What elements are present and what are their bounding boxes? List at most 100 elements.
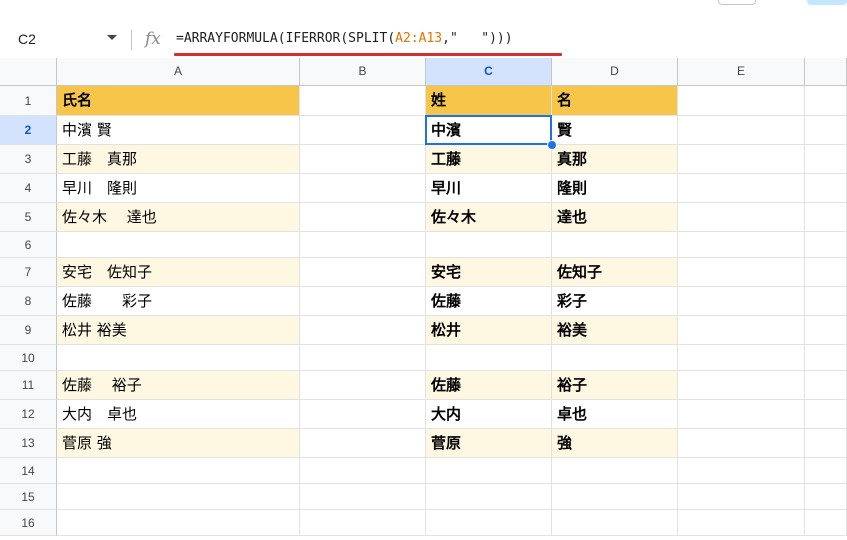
name-box[interactable]: C2 — [0, 22, 126, 58]
cell-c13[interactable]: 菅原 — [426, 429, 552, 458]
row-header[interactable]: 3 — [0, 145, 57, 174]
cell-c16[interactable] — [426, 510, 552, 536]
cell-overflow[interactable] — [805, 345, 847, 371]
row-header[interactable]: 16 — [0, 510, 57, 536]
cell-a11[interactable]: 佐藤 裕子 — [57, 371, 300, 400]
row-header[interactable]: 2 — [0, 116, 57, 145]
cell-c9[interactable]: 松井 — [426, 316, 552, 345]
cell-b9[interactable] — [300, 316, 426, 345]
cell-d4[interactable]: 隆則 — [552, 174, 678, 203]
cell-b13[interactable] — [300, 429, 426, 458]
cell-b11[interactable] — [300, 371, 426, 400]
cell-e8[interactable] — [678, 287, 805, 316]
row-header[interactable]: 12 — [0, 400, 57, 429]
cell-d2[interactable]: 賢 — [552, 116, 678, 145]
cell-e2[interactable] — [678, 116, 805, 145]
cell-e3[interactable] — [678, 145, 805, 174]
column-header-c[interactable]: C — [426, 58, 552, 86]
cell-b15[interactable] — [300, 484, 426, 510]
row-header[interactable]: 14 — [0, 458, 57, 484]
cell-c2[interactable]: 中濱 — [426, 116, 552, 145]
cell-overflow[interactable] — [805, 232, 847, 258]
cell-d13[interactable]: 強 — [552, 429, 678, 458]
cell-d3[interactable]: 真那 — [552, 145, 678, 174]
cell-overflow[interactable] — [805, 458, 847, 484]
cell-c12[interactable]: 大内 — [426, 400, 552, 429]
row-header[interactable]: 8 — [0, 287, 57, 316]
cell-e7[interactable] — [678, 258, 805, 287]
cell-d7[interactable]: 佐知子 — [552, 258, 678, 287]
cell-b1[interactable] — [300, 86, 426, 116]
cell-b6[interactable] — [300, 232, 426, 258]
cell-e13[interactable] — [678, 429, 805, 458]
cell-d11[interactable]: 裕子 — [552, 371, 678, 400]
cell-d8[interactable]: 彩子 — [552, 287, 678, 316]
cell-b14[interactable] — [300, 458, 426, 484]
cell-a3[interactable]: 工藤 真那 — [57, 145, 300, 174]
cell-c4[interactable]: 早川 — [426, 174, 552, 203]
row-header[interactable]: 1 — [0, 86, 57, 116]
cell-a15[interactable] — [57, 484, 300, 510]
cell-a6[interactable] — [57, 232, 300, 258]
cell-d1[interactable]: 名 — [552, 86, 678, 116]
cell-b12[interactable] — [300, 400, 426, 429]
cell-a5[interactable]: 佐々木 達也 — [57, 203, 300, 232]
cell-d16[interactable] — [552, 510, 678, 536]
cell-a14[interactable] — [57, 458, 300, 484]
cell-e14[interactable] — [678, 458, 805, 484]
cell-overflow[interactable] — [805, 203, 847, 232]
cell-d9[interactable]: 裕美 — [552, 316, 678, 345]
row-header[interactable]: 5 — [0, 203, 57, 232]
cell-a16[interactable] — [57, 510, 300, 536]
cell-c11[interactable]: 佐藤 — [426, 371, 552, 400]
cell-e4[interactable] — [678, 174, 805, 203]
cell-b4[interactable] — [300, 174, 426, 203]
cell-overflow[interactable] — [805, 116, 847, 145]
cell-b5[interactable] — [300, 203, 426, 232]
row-header[interactable]: 13 — [0, 429, 57, 458]
cell-c15[interactable] — [426, 484, 552, 510]
cell-overflow[interactable] — [805, 371, 847, 400]
cell-e1[interactable] — [678, 86, 805, 116]
cell-e12[interactable] — [678, 400, 805, 429]
cell-d6[interactable] — [552, 232, 678, 258]
share-button-edge[interactable] — [807, 0, 847, 5]
row-header[interactable]: 11 — [0, 371, 57, 400]
cell-d5[interactable]: 達也 — [552, 203, 678, 232]
toolbar-button-edge[interactable] — [718, 0, 756, 5]
row-header[interactable]: 10 — [0, 345, 57, 371]
cell-e16[interactable] — [678, 510, 805, 536]
cell-a12[interactable]: 大内 卓也 — [57, 400, 300, 429]
chevron-down-icon[interactable] — [107, 35, 117, 40]
cell-e5[interactable] — [678, 203, 805, 232]
cell-overflow[interactable] — [805, 86, 847, 116]
cell-e11[interactable] — [678, 371, 805, 400]
cell-overflow[interactable] — [805, 316, 847, 345]
cell-a8[interactable]: 佐藤 彩子 — [57, 287, 300, 316]
cell-d12[interactable]: 卓也 — [552, 400, 678, 429]
cell-overflow[interactable] — [805, 258, 847, 287]
cell-e6[interactable] — [678, 232, 805, 258]
row-header[interactable]: 4 — [0, 174, 57, 203]
cell-c14[interactable] — [426, 458, 552, 484]
cell-a4[interactable]: 早川 隆則 — [57, 174, 300, 203]
cell-overflow[interactable] — [805, 510, 847, 536]
cell-a7[interactable]: 安宅 佐知子 — [57, 258, 300, 287]
column-header-a[interactable]: A — [57, 58, 300, 86]
cell-b3[interactable] — [300, 145, 426, 174]
cell-overflow[interactable] — [805, 429, 847, 458]
cell-a2[interactable]: 中濱 賢 — [57, 116, 300, 145]
formula-input[interactable]: =ARRAYFORMULA(IFERROR(SPLIT(A2:A13," "))… — [176, 31, 513, 46]
cell-overflow[interactable] — [805, 174, 847, 203]
cell-d14[interactable] — [552, 458, 678, 484]
row-header[interactable]: 7 — [0, 258, 57, 287]
column-header-next[interactable] — [805, 58, 847, 86]
cell-a9[interactable]: 松井 裕美 — [57, 316, 300, 345]
cell-a13[interactable]: 菅原 強 — [57, 429, 300, 458]
cell-e15[interactable] — [678, 484, 805, 510]
column-header-b[interactable]: B — [300, 58, 426, 86]
cell-b2[interactable] — [300, 116, 426, 145]
cell-overflow[interactable] — [805, 287, 847, 316]
cell-b8[interactable] — [300, 287, 426, 316]
select-all-corner[interactable] — [0, 58, 57, 86]
